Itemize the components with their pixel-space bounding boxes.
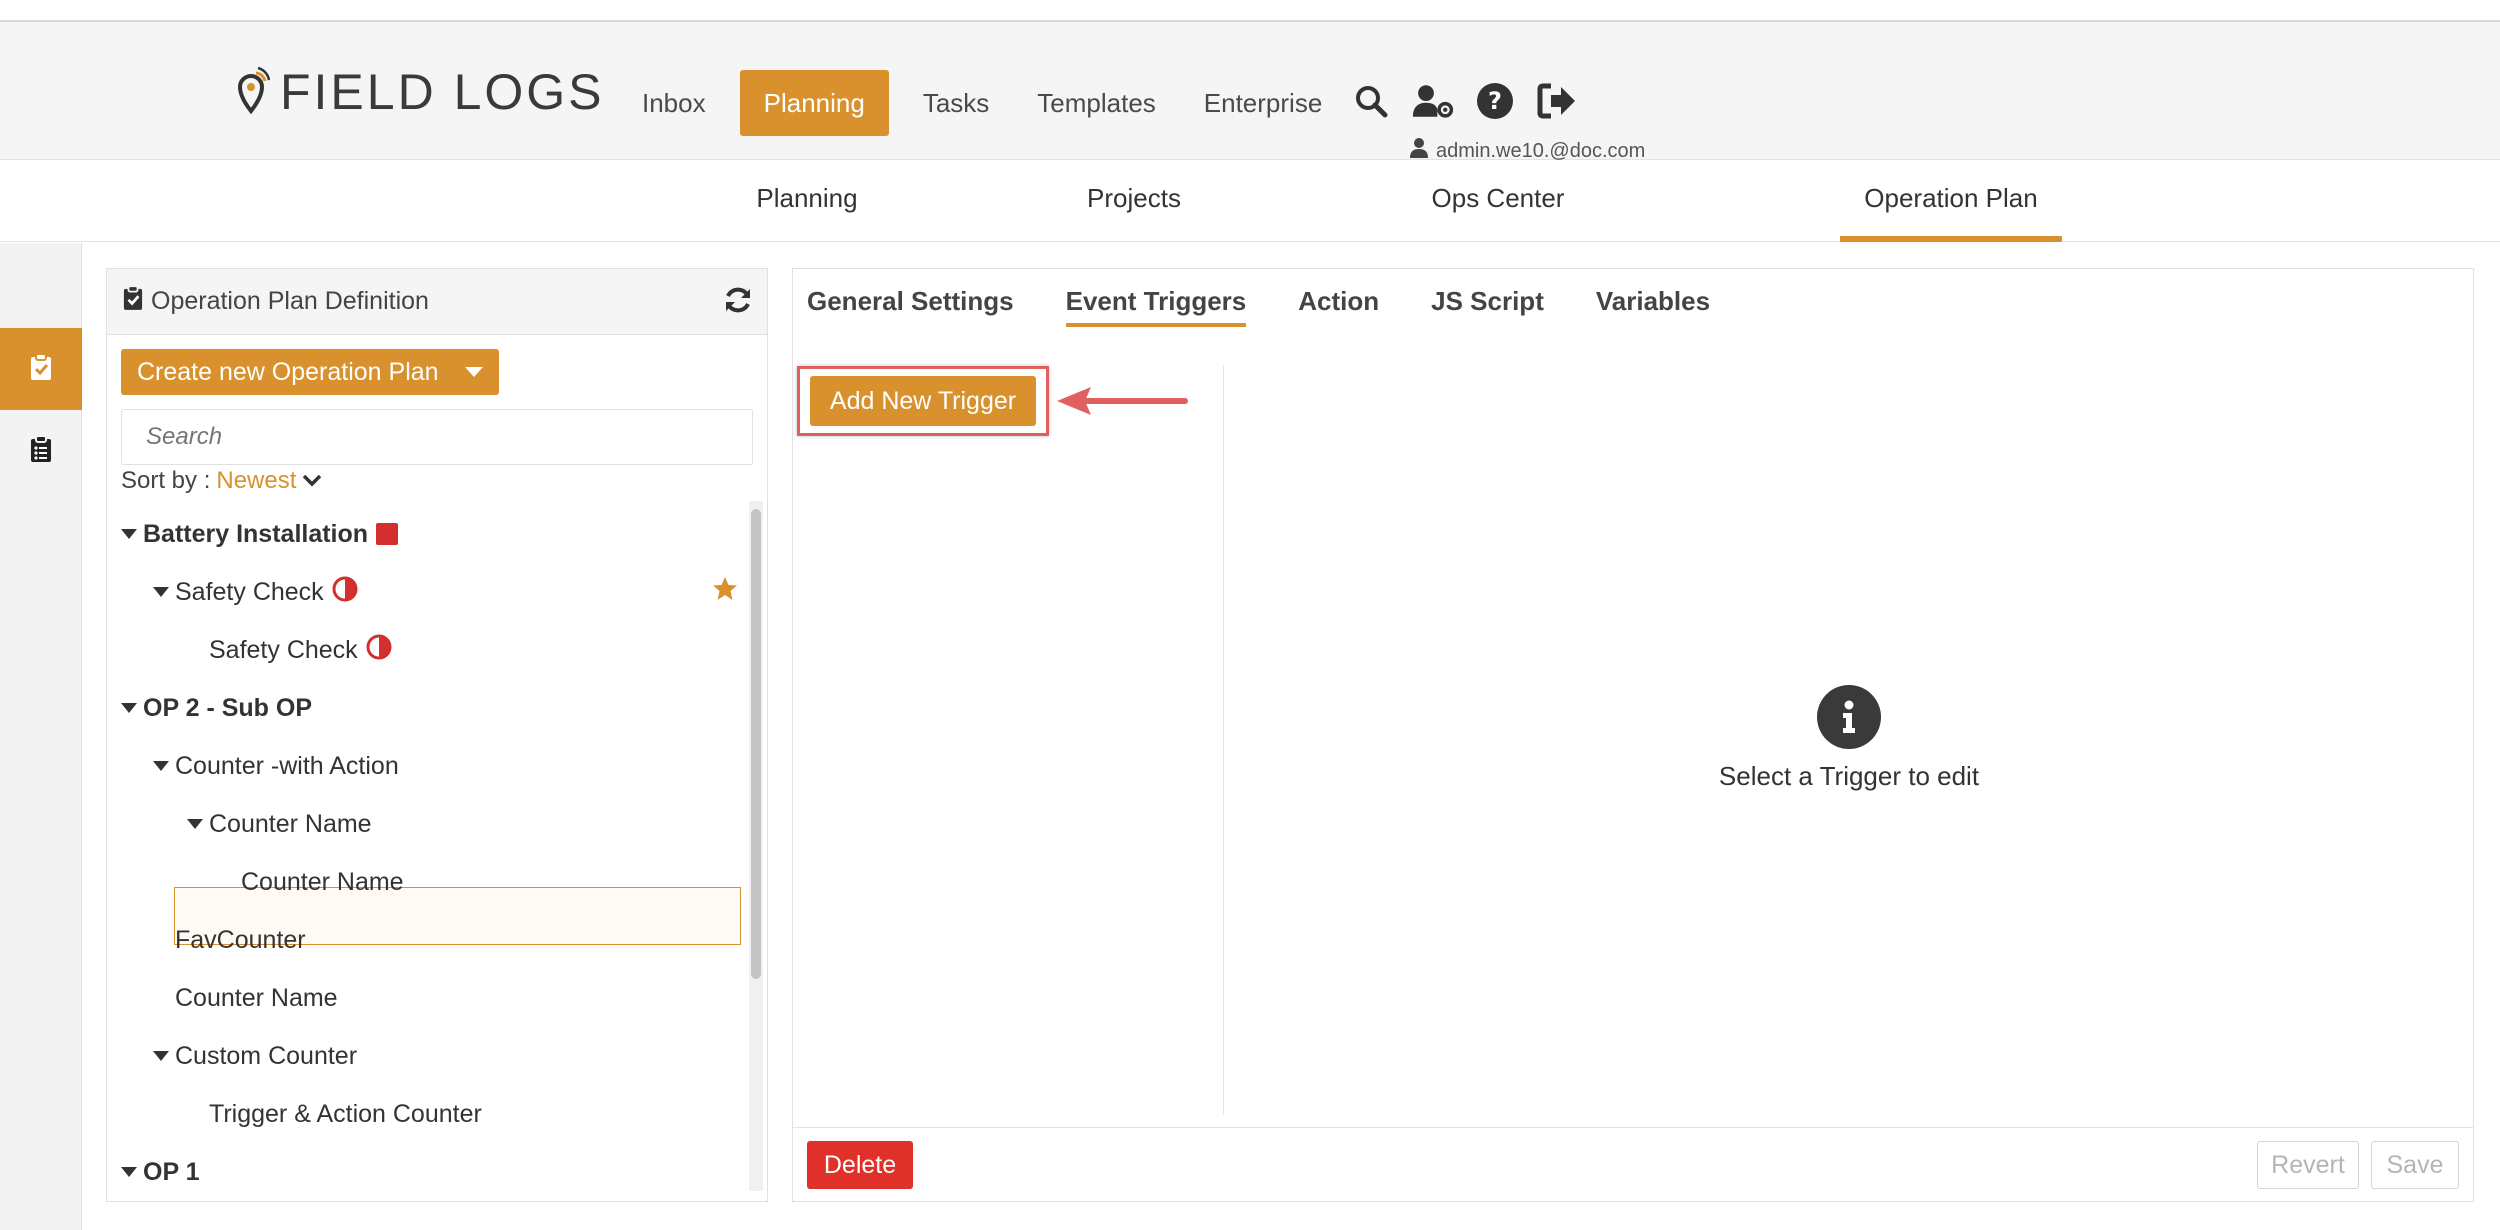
top-navigation-bar: FIELD LOGS Inbox Planning Tasks Template…: [0, 22, 2500, 162]
add-new-trigger-button[interactable]: Add New Trigger: [810, 376, 1036, 426]
svg-text:?: ?: [1488, 87, 1502, 115]
red-square-icon: [376, 523, 399, 545]
subnav-ops-center[interactable]: Ops Center: [1420, 160, 1576, 242]
tree-item-counter-name-child[interactable]: Counter Name: [241, 853, 404, 911]
trigger-editor-panel: General Settings Event Triggers Action J…: [792, 268, 2474, 1202]
tree-item-favcounter[interactable]: FavCounter: [175, 911, 306, 969]
add-trigger-highlight: Add New Trigger: [797, 366, 1049, 436]
tree-item-label: Counter -with Action: [175, 751, 399, 780]
tree-item-op-2-sub-op[interactable]: OP 2 - Sub OP: [121, 679, 312, 737]
caret-down-icon[interactable]: [153, 587, 169, 597]
sort-label: Sort by :: [121, 467, 211, 494]
tree-item-label: Battery Installation: [143, 519, 369, 548]
star-icon[interactable]: [711, 575, 739, 610]
brand-name: FIELD LOGS: [280, 64, 605, 120]
sort-value[interactable]: Newest: [216, 467, 296, 495]
search-input[interactable]: [121, 409, 753, 465]
tree-item-counter-name-2[interactable]: Counter Name: [175, 969, 338, 1027]
tree-item-label: OP 1: [143, 1157, 200, 1186]
tree-item-label: Trigger & Action Counter: [209, 1099, 482, 1128]
tree-scrollbar[interactable]: [749, 501, 763, 1191]
help-icon[interactable]: ?: [1474, 80, 1516, 122]
create-operation-plan-button[interactable]: Create new Operation Plan: [121, 349, 499, 395]
caret-down-icon[interactable]: [153, 761, 169, 771]
sub-navigation: Planning Projects Ops Center Operation P…: [0, 160, 2500, 242]
clipboard-list-icon: [30, 434, 52, 468]
caret-down-icon[interactable]: [121, 703, 137, 713]
tree-item-counter-with-action[interactable]: Counter -with Action: [153, 737, 399, 795]
annotation-arrow-icon: [1055, 381, 1191, 426]
chevron-down-icon[interactable]: [302, 467, 322, 495]
clipboard-check-icon: [30, 352, 52, 386]
info-icon: [1817, 685, 1881, 749]
tree-item-label: OP 2 - Sub OP: [143, 693, 313, 722]
scrollbar-thumb[interactable]: [751, 509, 761, 979]
caret-down-icon[interactable]: [121, 529, 137, 539]
header-icon-group: ?: [1350, 80, 1578, 122]
save-button[interactable]: Save: [2371, 1141, 2459, 1189]
user-settings-icon[interactable]: [1412, 80, 1454, 122]
tree-item-label: Safety Check: [175, 577, 324, 606]
caret-down-icon[interactable]: [153, 1051, 169, 1061]
tab-variables[interactable]: Variables: [1596, 281, 1710, 327]
tab-js-script[interactable]: JS Script: [1431, 281, 1544, 327]
tree-item-label: Custom Counter: [175, 1041, 358, 1070]
tree-item-label: Counter Name: [241, 867, 404, 896]
empty-state: Select a Trigger to edit: [1223, 685, 2475, 792]
main-nav: Inbox Planning Tasks Templates Enterpris…: [618, 70, 1346, 136]
nav-inbox[interactable]: Inbox: [618, 70, 730, 136]
location-pin-logo-icon: [232, 66, 271, 117]
revert-button[interactable]: Revert: [2257, 1141, 2359, 1189]
tree-item-safety-check[interactable]: Safety Check: [153, 563, 739, 621]
tab-action[interactable]: Action: [1298, 281, 1379, 327]
panel-title: Operation Plan Definition: [151, 287, 429, 315]
sign-out-icon[interactable]: [1536, 80, 1578, 122]
subnav-projects[interactable]: Projects: [1074, 160, 1194, 242]
tree-item-custom-counter[interactable]: Custom Counter: [153, 1027, 357, 1085]
tree-item-trigger-action-counter[interactable]: Trigger & Action Counter: [209, 1085, 482, 1143]
tree-item-counter-name[interactable]: Counter Name: [187, 795, 372, 853]
caret-down-icon[interactable]: [187, 819, 203, 829]
nav-tasks[interactable]: Tasks: [899, 70, 1013, 136]
window-top-strip: [0, 0, 2500, 22]
delete-button[interactable]: Delete: [807, 1141, 913, 1189]
app-logo[interactable]: FIELD LOGS: [232, 62, 605, 122]
tab-general-settings[interactable]: General Settings: [807, 281, 1014, 327]
caret-down-icon[interactable]: [121, 1167, 137, 1177]
search-icon[interactable]: [1350, 80, 1392, 122]
tree-item-label: FavCounter: [175, 925, 306, 954]
nav-planning[interactable]: Planning: [739, 70, 889, 136]
tree-item-label: Safety Check: [209, 635, 358, 664]
tree-item-label: Counter Name: [209, 809, 372, 838]
left-icon-rail: [0, 243, 82, 1230]
tree-item-battery-installation[interactable]: Battery Installation: [121, 505, 399, 563]
rail-operation-plan-button[interactable]: [0, 328, 82, 410]
tree-item-label: Counter Name: [175, 983, 338, 1012]
nav-enterprise[interactable]: Enterprise: [1180, 70, 1347, 136]
tree-item-op-1[interactable]: OP 1: [121, 1143, 200, 1201]
panel-header: Operation Plan Definition: [107, 269, 767, 335]
refresh-icon[interactable]: [723, 285, 753, 322]
nav-templates[interactable]: Templates: [1013, 70, 1180, 136]
empty-state-message: Select a Trigger to edit: [1718, 761, 1980, 791]
clipboard-check-icon: [123, 285, 143, 318]
operation-plan-definition-panel: Operation Plan Definition Create new Ope…: [106, 268, 768, 1202]
subnav-operation-plan[interactable]: Operation Plan: [1840, 160, 2062, 242]
tree-item-safety-check-child[interactable]: Safety Check: [209, 621, 392, 679]
create-button-label: Create new Operation Plan: [137, 357, 439, 386]
half-circle-icon: [366, 634, 392, 667]
sort-control[interactable]: Sort by : Newest: [121, 467, 322, 495]
chevron-down-icon[interactable]: [465, 367, 483, 377]
tab-event-triggers[interactable]: Event Triggers: [1065, 281, 1247, 327]
footer-divider: [793, 1127, 2473, 1128]
operation-plan-tree: Battery Installation Safety Check Safety…: [107, 501, 747, 1201]
rail-list-button[interactable]: [0, 410, 82, 492]
subnav-planning[interactable]: Planning: [740, 160, 874, 242]
half-circle-icon: [332, 576, 358, 609]
editor-tabs: General Settings Event Triggers Action J…: [807, 281, 1710, 327]
